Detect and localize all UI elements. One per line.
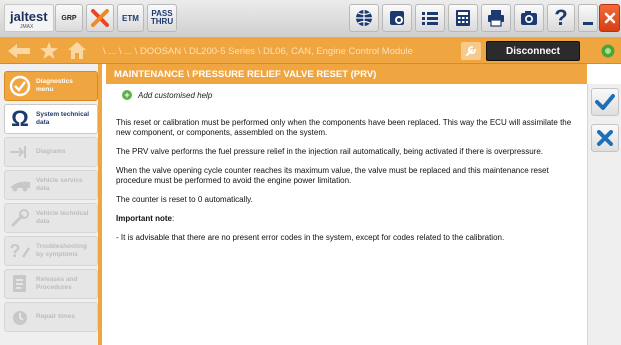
- grp-label: GRP: [61, 14, 77, 22]
- logo-subtext: JMAX: [20, 24, 34, 30]
- troubleshooting-icon: ?: [8, 239, 32, 263]
- cancel-button[interactable]: [591, 124, 619, 152]
- sidebar-item-vehicle-technical-data[interactable]: Vehicle technical data: [4, 203, 98, 233]
- etm-button[interactable]: ETM: [117, 4, 144, 32]
- paragraph: The PRV valve performs the fuel pressure…: [116, 147, 544, 156]
- breadcrumb: \ ... \ ... \ DOOSAN \ DL200-5 Series \ …: [103, 46, 413, 57]
- sidebar-item-label: Diagrams: [36, 148, 66, 155]
- checkmark-icon: [595, 94, 615, 110]
- etm-label: ETM: [122, 13, 139, 23]
- calculator-button[interactable]: [448, 4, 478, 32]
- sidebar-item-label: Vehicle service data: [36, 177, 83, 192]
- diagnostics-icon: [8, 74, 32, 98]
- sidebar-item-releases-procedures[interactable]: Releases and Procedures: [4, 269, 98, 299]
- sidebar-item-vehicle-service-data[interactable]: Vehicle service data: [4, 170, 98, 200]
- document-icon: [8, 272, 32, 296]
- connection-status-icon: [601, 44, 615, 58]
- cross-icon: [597, 130, 613, 146]
- wrench-icon: [466, 46, 476, 56]
- calculator-icon: [456, 10, 470, 26]
- list-button[interactable]: [415, 4, 445, 32]
- sidebar-item-diagrams[interactable]: Diagrams: [4, 137, 98, 167]
- wrench-button[interactable]: [461, 42, 481, 60]
- disconnect-button[interactable]: Disconnect: [486, 41, 580, 61]
- add-help-label: Add customised help: [138, 90, 213, 100]
- pass-thru-label: PASS THRU: [150, 9, 174, 26]
- minimize-icon: [583, 21, 593, 25]
- print-button[interactable]: [481, 4, 511, 32]
- sidebar-item-label: Troubleshooting by symptoms: [36, 243, 87, 258]
- instructions-text: This reset or calibration must be perfor…: [116, 118, 576, 252]
- sidebar-item-label: Diagnostics menu: [36, 78, 73, 93]
- help-button[interactable]: ?: [547, 4, 575, 32]
- list-icon: [422, 12, 438, 25]
- close-button[interactable]: [599, 4, 620, 32]
- top-toolbar: jaltest JMAX GRP ETM PASS THRU ?: [0, 0, 621, 38]
- favorites-star-icon[interactable]: [40, 42, 58, 59]
- sidebar: Diagnostics menu Ω System technical data D…: [0, 64, 102, 345]
- paragraph: The counter is reset to 0 automatically.: [116, 195, 253, 204]
- confirm-button[interactable]: [591, 88, 619, 116]
- add-customised-help-link[interactable]: + Add customised help: [122, 90, 212, 100]
- pass-thru-button[interactable]: PASS THRU: [147, 4, 177, 32]
- sidebar-item-label: Releases and Procedures: [36, 276, 78, 291]
- minimize-button[interactable]: [578, 4, 598, 32]
- home-icon[interactable]: [68, 42, 86, 59]
- sidebar-item-diagnostics-menu[interactable]: Diagnostics menu: [4, 71, 98, 101]
- add-plus-icon: +: [122, 90, 132, 100]
- content-panel: + Add customised help This reset or cali…: [106, 84, 587, 345]
- tools-x-icon: [91, 9, 109, 27]
- help-icon: ?: [554, 5, 568, 30]
- important-note-heading: Important note:: [116, 214, 175, 223]
- grp-button[interactable]: GRP: [55, 4, 83, 32]
- globe-icon: [356, 10, 372, 26]
- sidebar-item-label: Vehicle technical data: [36, 210, 89, 225]
- back-arrow-icon[interactable]: [8, 44, 30, 58]
- sidebar-item-system-technical-data[interactable]: Ω System technical data: [4, 104, 98, 134]
- jaltest-logo: jaltest JMAX: [4, 4, 54, 32]
- printer-icon: [488, 10, 504, 27]
- omega-icon: Ω: [11, 106, 29, 131]
- globe-button[interactable]: [349, 4, 379, 32]
- vehicle-button[interactable]: [382, 4, 412, 32]
- vehicle-icon: [390, 11, 404, 25]
- sidebar-item-repair-times[interactable]: Repair times: [4, 302, 98, 332]
- diagram-icon: [8, 140, 32, 164]
- sidebar-item-label: Repair times: [36, 313, 76, 320]
- vehicle-technical-icon: [8, 206, 32, 230]
- close-icon: [604, 12, 615, 24]
- tools-button[interactable]: [86, 4, 114, 32]
- paragraph: When the valve opening cycle counter rea…: [116, 166, 549, 185]
- sidebar-item-label: System technical data: [36, 111, 90, 126]
- logo-text: jaltest: [10, 9, 48, 24]
- camera-button[interactable]: [514, 4, 544, 32]
- camera-icon: [521, 11, 537, 25]
- important-note-text: - It is advisable that there are no pres…: [116, 233, 505, 242]
- action-bar: [587, 84, 621, 345]
- repair-times-icon: [8, 305, 32, 329]
- vehicle-service-icon: [8, 173, 32, 197]
- sidebar-item-troubleshooting[interactable]: ? Troubleshooting by symptoms: [4, 236, 98, 266]
- page-title: MAINTENANCE \ PRESSURE RELIEF VALVE RESE…: [106, 64, 587, 84]
- paragraph: This reset or calibration must be perfor…: [116, 118, 572, 137]
- navigation-bar: \ ... \ ... \ DOOSAN \ DL200-5 Series \ …: [0, 38, 621, 64]
